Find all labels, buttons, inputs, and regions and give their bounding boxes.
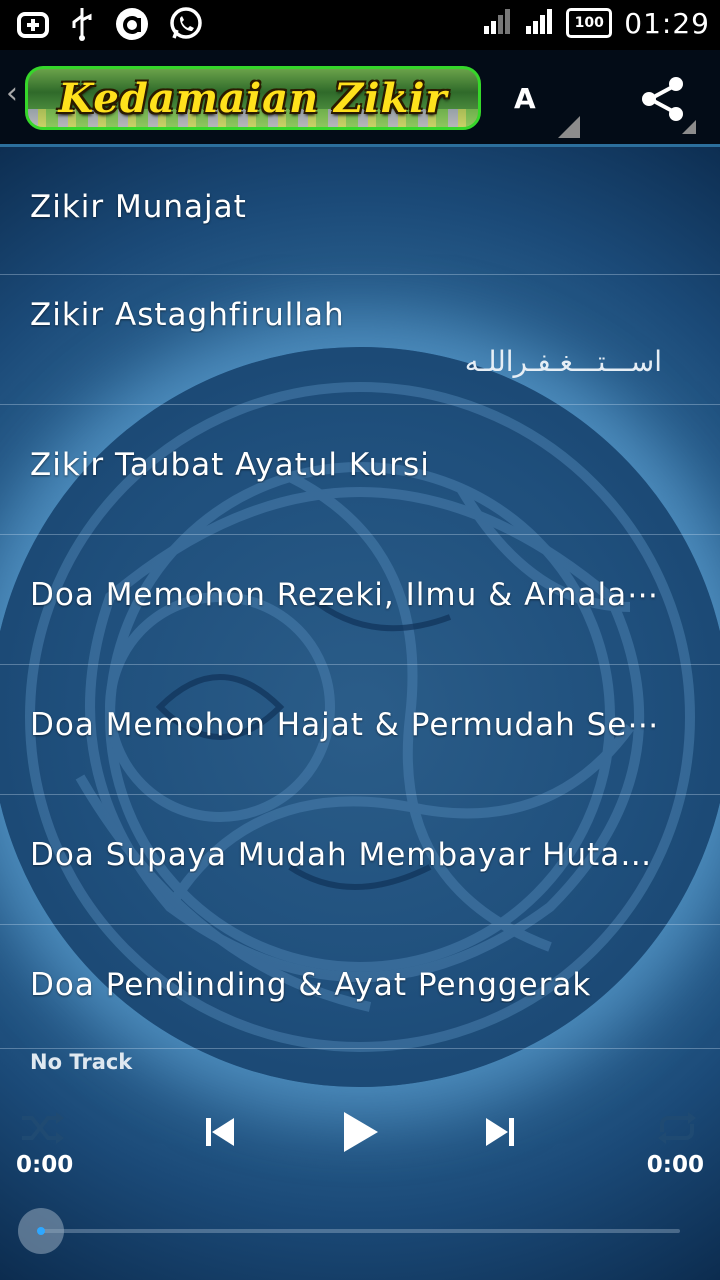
- repeat-icon[interactable]: [654, 1108, 700, 1152]
- seek-thumb[interactable]: [18, 1208, 64, 1254]
- zikir-list: Zikir Munajat Zikir Astaghfirullah اســـ…: [0, 147, 720, 1049]
- back-chevron-icon[interactable]: ‹: [6, 76, 18, 111]
- list-item[interactable]: Doa Memohon Rezeki, Ilmu & Amala⋯: [0, 535, 720, 665]
- list-item-title: Zikir Munajat: [30, 189, 247, 225]
- next-icon[interactable]: [480, 1112, 520, 1156]
- whatsapp-icon: [168, 6, 204, 46]
- list-item[interactable]: Zikir Taubat Ayatul Kursi: [0, 405, 720, 535]
- app-logo[interactable]: Kedamaian Zikir: [25, 66, 481, 130]
- list-item[interactable]: Doa Memohon Hajat & Permudah Se⋯: [0, 665, 720, 795]
- total-duration: 0:00: [646, 1152, 704, 1178]
- list-item-title: Zikir Taubat Ayatul Kursi: [30, 447, 430, 483]
- add-notification-icon: [16, 7, 50, 45]
- list-item-arabic: اســـتـــغـفـراللـه: [464, 345, 662, 378]
- share-button[interactable]: [632, 70, 702, 140]
- track-name: No Track: [30, 1050, 133, 1074]
- font-size-label: A: [514, 82, 536, 115]
- list-item[interactable]: Zikir Astaghfirullah اســـتـــغـفـراللـه: [0, 275, 720, 405]
- list-item-title: Zikir Astaghfirullah: [30, 297, 345, 333]
- clock: 01:29: [624, 6, 710, 40]
- list-item-title: Doa Pendinding & Ayat Penggerak: [30, 967, 592, 1003]
- list-item-title: Doa Memohon Hajat & Permudah Se⋯: [30, 707, 660, 743]
- list-item-title: Doa Supaya Mudah Membayar Hutang: [30, 837, 660, 873]
- previous-icon[interactable]: [200, 1112, 240, 1156]
- list-item[interactable]: Doa Supaya Mudah Membayar Hutang: [0, 795, 720, 925]
- overflow-corner-icon: [682, 120, 696, 134]
- battery-icon: 100: [566, 8, 613, 38]
- elapsed-time: 0:00: [16, 1152, 74, 1178]
- signal-1-icon: [482, 6, 512, 40]
- play-icon[interactable]: [336, 1106, 384, 1162]
- usb-icon: [68, 6, 96, 46]
- shuffle-icon[interactable]: [20, 1108, 66, 1152]
- action-bar: ‹ Kedamaian Zikir A: [0, 50, 720, 147]
- app-a-icon: [114, 6, 150, 46]
- font-size-button[interactable]: A: [508, 78, 588, 138]
- seek-bar[interactable]: [40, 1229, 680, 1233]
- list-item[interactable]: Doa Pendinding & Ayat Penggerak: [0, 925, 720, 1049]
- dropdown-corner-icon: [558, 116, 580, 138]
- list-item[interactable]: Zikir Munajat: [0, 147, 720, 275]
- status-bar: 100 01:29: [0, 0, 720, 50]
- app-logo-text: Kedamaian Zikir: [58, 75, 448, 122]
- signal-2-icon: [524, 6, 554, 40]
- list-item-title: Doa Memohon Rezeki, Ilmu & Amala⋯: [30, 577, 660, 613]
